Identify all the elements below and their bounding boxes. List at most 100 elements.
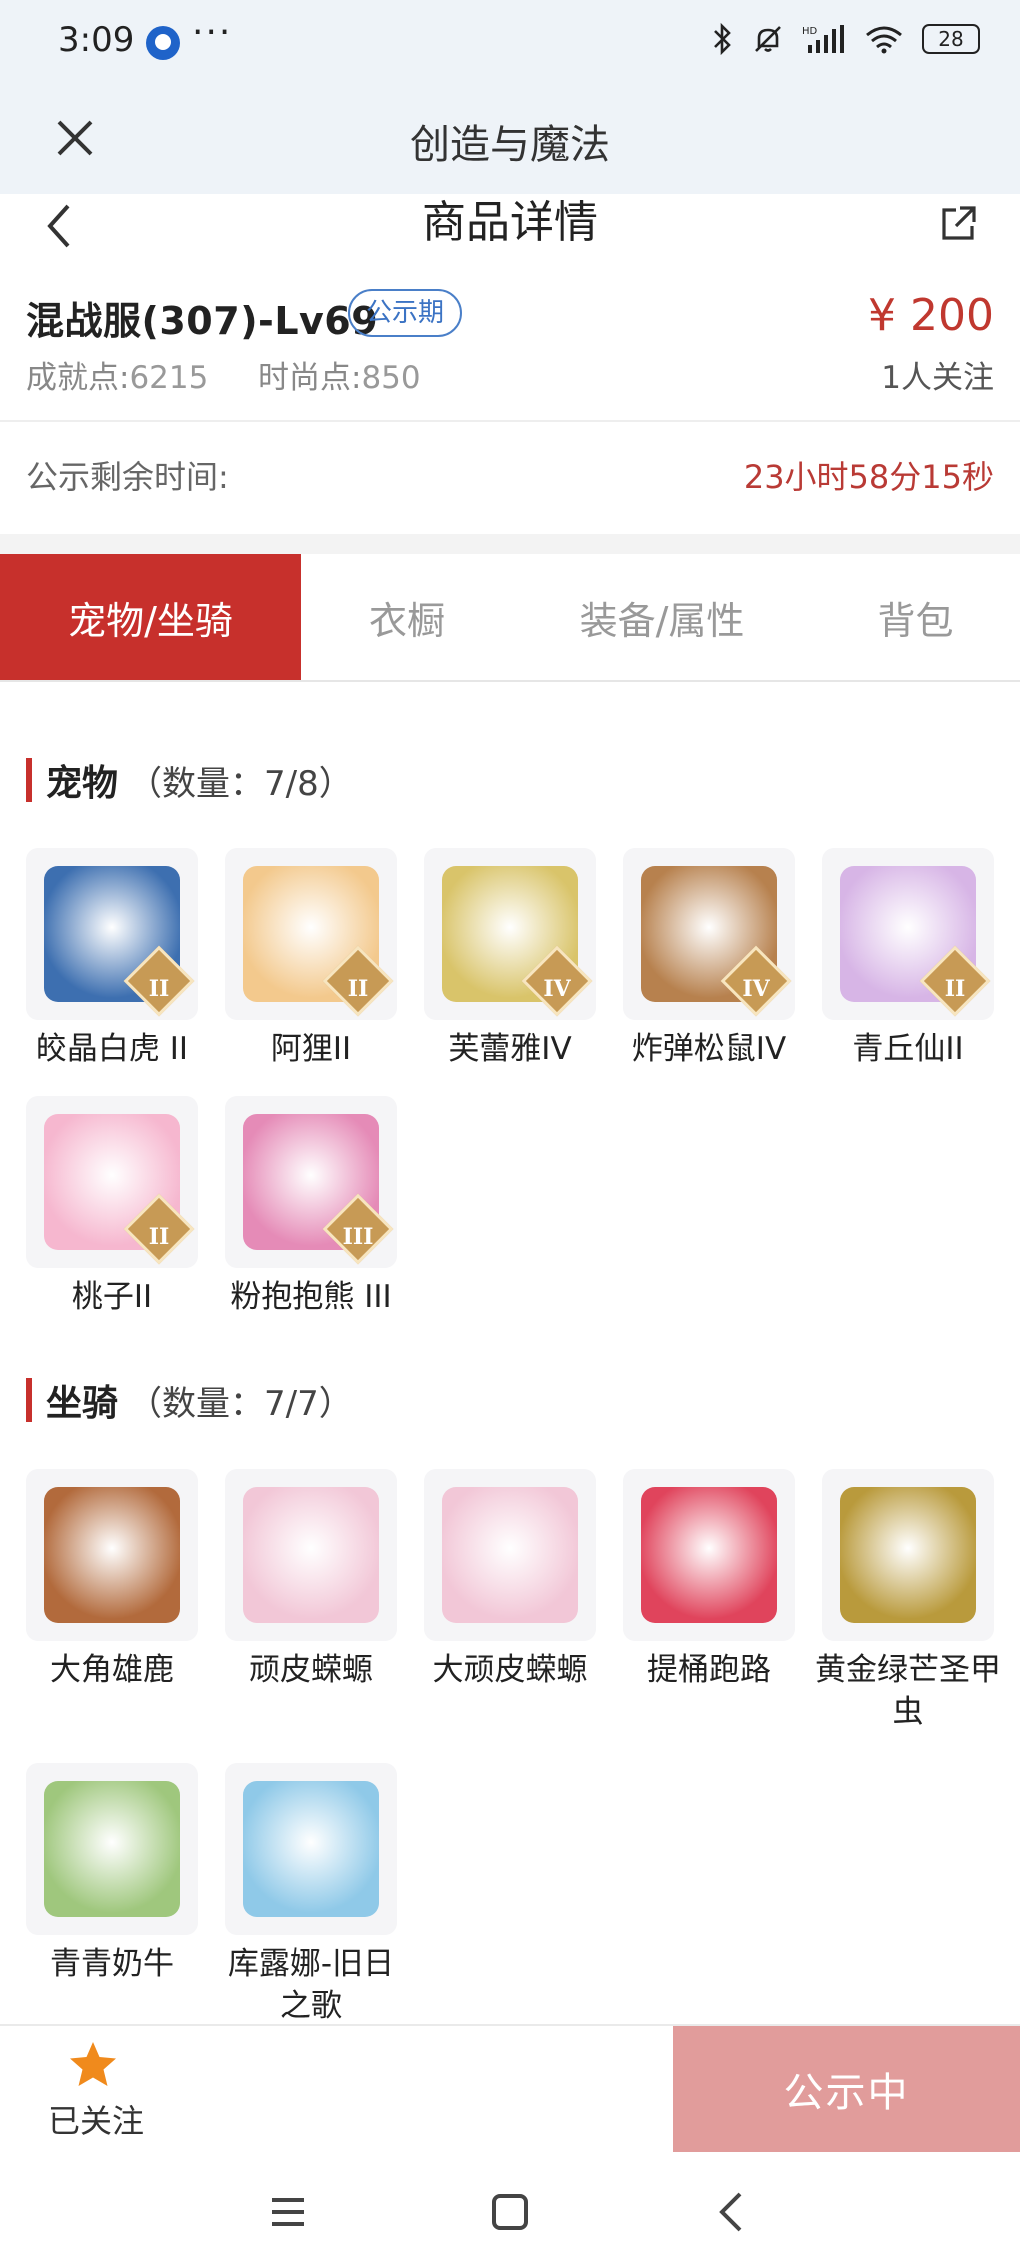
more-notifications-icon: ···: [192, 12, 233, 53]
tab-backpack[interactable]: 背包: [811, 554, 1020, 680]
mount-portrait: [243, 1487, 379, 1623]
section-name: 宠物: [46, 763, 119, 804]
pet-name: 阿狸II: [270, 1031, 352, 1067]
mount-name: 黄金绿芒圣甲虫: [815, 1652, 1001, 1730]
mounts-section-title: 坐骑 （数量：7/7）: [26, 1377, 353, 1424]
app-title: 创造与魔法: [410, 122, 610, 168]
tier-label: III: [342, 1224, 374, 1250]
price: ¥ 200: [868, 290, 994, 341]
mount-item[interactable]: 库露娜-旧日之歌: [225, 1763, 397, 2027]
mount-thumbnail: [225, 1763, 397, 1935]
mount-name: 大顽皮蝾螈: [432, 1652, 588, 1688]
tier-label: II: [148, 976, 170, 1002]
pet-item[interactable]: II 青丘仙II: [822, 848, 994, 1070]
back-nav-icon[interactable]: [702, 2182, 762, 2242]
tab-wardrobe[interactable]: 衣橱: [301, 554, 513, 680]
pet-thumbnail: III: [225, 1096, 397, 1268]
pet-thumbnail: IV: [623, 848, 795, 1020]
mount-name: 顽皮蝾螈: [249, 1652, 373, 1688]
tier-label: IV: [742, 976, 770, 1002]
public-status-button[interactable]: 公示中: [673, 2026, 1020, 2152]
menu-icon[interactable]: [258, 2182, 318, 2242]
mount-item[interactable]: 提桶跑路: [623, 1469, 795, 1733]
product-name: 混战服(307)-Lv69: [26, 299, 379, 343]
mount-item[interactable]: 青青奶牛: [26, 1763, 198, 2027]
countdown-label: 公示剩余时间:: [26, 458, 229, 496]
mount-name: 库露娜-旧日之歌: [227, 1946, 395, 2024]
pet-item[interactable]: II 桃子II: [26, 1096, 198, 1318]
mount-thumbnail: [822, 1469, 994, 1641]
public-countdown: 公示剩余时间: 23小时58分15秒: [0, 424, 1020, 534]
system-nav-bar: [0, 2152, 1020, 2267]
section-name: 坐骑: [46, 1383, 119, 1424]
tab-bar: 宠物/坐骑 衣橱 装备/属性 背包: [0, 554, 1020, 682]
achievement-value: 6215: [129, 360, 209, 396]
star-icon: [70, 2042, 116, 2086]
page-title: 商品详情: [422, 197, 598, 248]
mount-item[interactable]: 大角雄鹿: [26, 1469, 198, 1733]
tier-label: II: [944, 976, 966, 1002]
page-header: 商品详情: [0, 194, 1020, 286]
pet-thumbnail: II: [26, 1096, 198, 1268]
mount-item[interactable]: 黄金绿芒圣甲虫: [815, 1469, 1001, 1733]
tab-pets-mounts[interactable]: 宠物/坐骑: [0, 554, 301, 680]
mount-name: 提桶跑路: [647, 1652, 771, 1688]
mount-thumbnail: [623, 1469, 795, 1641]
pets-grid: II 皎晶白虎 II II 阿狸II IV 芙蕾雅IV IV 炸弹松鼠IV II 青丘仙II II 桃…: [26, 848, 996, 1318]
mount-item[interactable]: 大顽皮蝾螈: [424, 1469, 596, 1733]
status-bar: 3:09 ··· HD 28: [0, 0, 1020, 86]
system-icons: HD 28: [712, 22, 980, 56]
status-badge: 公示期: [348, 289, 463, 337]
pet-item[interactable]: IV 炸弹松鼠IV: [623, 848, 795, 1070]
pet-item[interactable]: II 阿狸II: [225, 848, 397, 1070]
pet-thumbnail: II: [26, 848, 198, 1020]
pet-thumbnail: II: [822, 848, 994, 1020]
status-time: 3:09: [58, 20, 135, 60]
mount-portrait: [442, 1487, 578, 1623]
share-icon: [942, 206, 976, 240]
pet-name: 粉抱抱熊 III: [230, 1279, 392, 1315]
pet-name: 桃子II: [71, 1279, 153, 1315]
section-accent: [26, 1378, 32, 1422]
pet-item[interactable]: IV 芙蕾雅IV: [424, 848, 596, 1070]
pet-thumbnail: II: [225, 848, 397, 1020]
fashion-value: 850: [361, 360, 421, 396]
mount-name: 青青奶牛: [50, 1946, 174, 1982]
section-count: （数量：7/8）: [128, 763, 353, 804]
mount-thumbnail: [26, 1763, 198, 1935]
tab-equipment-attributes[interactable]: 装备/属性: [513, 554, 811, 680]
product-info: 混战服(307)-Lv69 公示期 成就点:6215 时尚点:850 ¥ 200…: [0, 286, 1020, 422]
pet-name: 芙蕾雅IV: [448, 1031, 572, 1067]
mount-portrait: [641, 1487, 777, 1623]
tier-label: IV: [543, 976, 571, 1002]
pet-item[interactable]: II 皎晶白虎 II: [26, 848, 198, 1070]
follower-count: 1人关注: [881, 360, 994, 396]
section-count: （数量：7/7）: [128, 1383, 353, 1424]
wifi-icon: [866, 26, 902, 54]
mute-icon: [755, 26, 781, 52]
mount-thumbnail: [26, 1469, 198, 1641]
fashion-label: 时尚点:: [258, 360, 362, 396]
app-bar: 创造与魔法: [0, 86, 1020, 194]
pets-section-title: 宠物 （数量：7/8）: [26, 757, 353, 804]
follow-button[interactable]: 已关注: [26, 2040, 166, 2144]
mount-thumbnail: [225, 1469, 397, 1641]
home-icon[interactable]: [480, 2182, 540, 2242]
app-notification-icon: [146, 26, 180, 60]
mount-portrait: [44, 1487, 180, 1623]
mount-item[interactable]: 顽皮蝾螈: [225, 1469, 397, 1733]
share-button[interactable]: [938, 204, 982, 248]
mount-portrait: [243, 1781, 379, 1917]
pet-name: 青丘仙II: [852, 1031, 964, 1067]
fashion-points: 时尚点:850: [258, 352, 421, 397]
achievement-points: 成就点:6215: [26, 352, 208, 397]
svg-text:HD: HD: [802, 26, 818, 37]
section-accent: [26, 758, 32, 802]
follow-label: 已关注: [47, 2102, 144, 2140]
tier-label: II: [148, 1224, 170, 1250]
pet-item[interactable]: III 粉抱抱熊 III: [225, 1096, 397, 1318]
bottom-action-bar: 已关注 公示中: [0, 2024, 1020, 2152]
divider: [0, 534, 1020, 554]
battery-icon: 28: [922, 24, 980, 54]
bluetooth-icon: [714, 22, 731, 56]
